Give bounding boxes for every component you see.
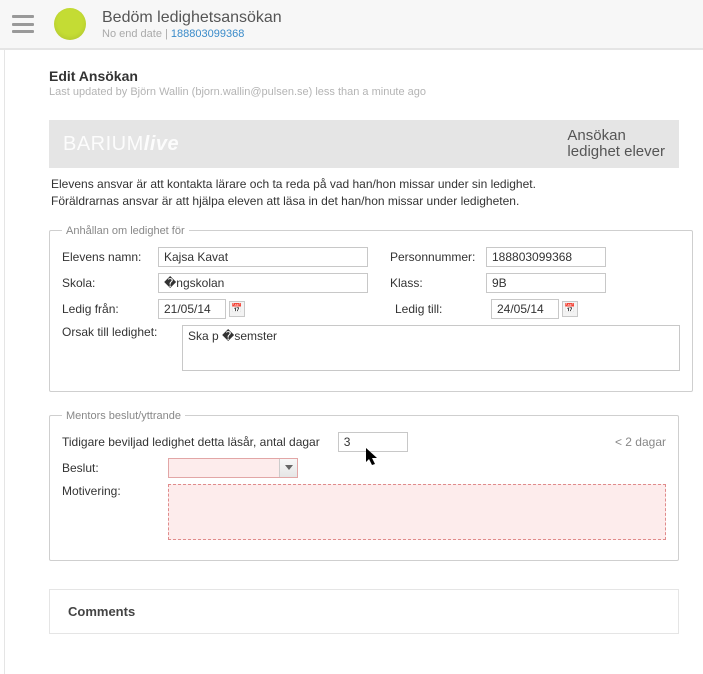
fieldset-application-legend: Anhållan om ledighet för <box>62 225 189 237</box>
edit-heading: Edit Ansökan <box>49 68 679 84</box>
instance-id-link[interactable]: 188803099368 <box>171 28 244 40</box>
fieldset-mentor: Mentors beslut/yttrande Tidigare bevilja… <box>49 410 679 561</box>
calendar-icon[interactable]: 📅 <box>562 301 578 317</box>
menu-icon[interactable] <box>12 15 34 33</box>
days-note: < 2 dagar <box>615 435 666 449</box>
status-dot-icon <box>54 8 86 40</box>
input-student-name[interactable] <box>158 247 368 267</box>
label-decision: Beslut: <box>62 461 158 475</box>
page-subtitle: No end date | 188803099368 <box>102 28 282 40</box>
calendar-icon[interactable]: 📅 <box>229 301 245 317</box>
fieldset-mentor-legend: Mentors beslut/yttrande <box>62 410 185 422</box>
textarea-reason[interactable]: Ska p �semster <box>182 325 680 371</box>
label-school: Skola: <box>62 276 158 290</box>
label-pnr: Personnummer: <box>390 250 486 264</box>
select-decision[interactable] <box>168 458 298 478</box>
brand-bar: BARIUMlive Ansökan ledighet elever <box>49 120 679 168</box>
comments-heading: Comments <box>68 604 660 619</box>
label-reason: Orsak till ledighet: <box>62 325 172 339</box>
label-motivation: Motivering: <box>62 484 158 498</box>
label-prev-days: Tidigare beviljad ledighet detta läsår, … <box>62 435 320 449</box>
topbar: Bedöm ledighetsansökan No end date | 188… <box>0 0 703 50</box>
edit-subheading: Last updated by Björn Wallin (bjorn.wall… <box>49 86 679 98</box>
comments-section: Comments <box>49 589 679 634</box>
label-klass: Klass: <box>390 276 486 290</box>
brand-right-text: Ansökan ledighet elever <box>567 128 665 161</box>
input-date-from[interactable] <box>158 299 226 319</box>
brand-logo: BARIUMlive <box>63 133 179 156</box>
fieldset-application: Anhållan om ledighet för Elevens namn: P… <box>49 225 693 392</box>
label-to: Ledig till: <box>395 302 491 316</box>
input-prev-days[interactable] <box>338 432 408 452</box>
input-klass[interactable] <box>486 273 606 293</box>
intro-text: Elevens ansvar är att kontakta lärare oc… <box>51 176 677 211</box>
label-from: Ledig från: <box>62 302 158 316</box>
page-title: Bedöm ledighetsansökan <box>102 9 282 27</box>
topbar-text: Bedöm ledighetsansökan No end date | 188… <box>102 9 282 40</box>
label-student-name: Elevens namn: <box>62 250 158 264</box>
input-school[interactable] <box>158 273 368 293</box>
input-pnr[interactable] <box>486 247 606 267</box>
page-body: Edit Ansökan Last updated by Björn Walli… <box>4 50 703 674</box>
textarea-motivation[interactable] <box>168 484 666 540</box>
chevron-down-icon <box>279 459 297 477</box>
input-date-to[interactable] <box>491 299 559 319</box>
